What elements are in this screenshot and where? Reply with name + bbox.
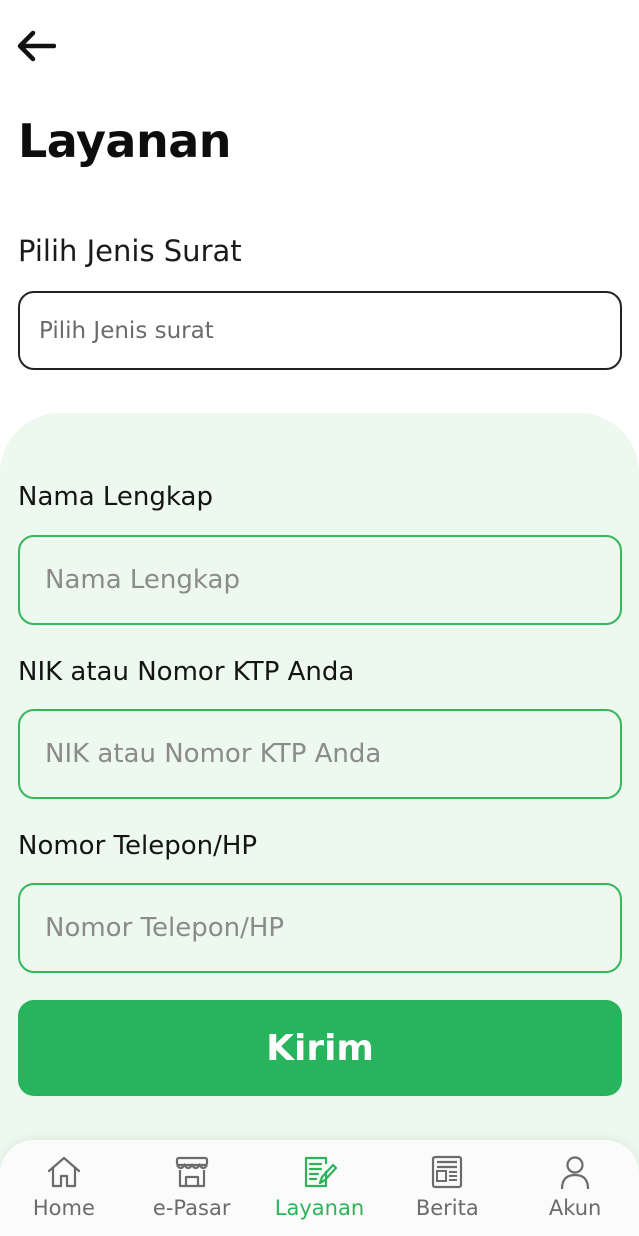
- home-icon: [44, 1152, 84, 1192]
- back-button[interactable]: [14, 26, 58, 66]
- store-icon: [172, 1152, 212, 1192]
- document-edit-icon: [299, 1152, 339, 1192]
- nav-item-berita[interactable]: Berita: [387, 1152, 507, 1220]
- submit-button[interactable]: Kirim: [18, 1000, 622, 1096]
- user-icon: [555, 1152, 595, 1192]
- surat-type-label: Pilih Jenis Surat: [18, 234, 242, 268]
- nav-label-akun: Akun: [548, 1196, 602, 1220]
- nav-item-akun[interactable]: Akun: [515, 1152, 635, 1220]
- nav-item-layanan[interactable]: Layanan: [259, 1152, 379, 1220]
- nav-item-home[interactable]: Home: [4, 1152, 124, 1220]
- nav-label-e-pasar: e-Pasar: [152, 1196, 231, 1220]
- bottom-nav: Home e-Pasar Layanan Berita Akun: [0, 1140, 639, 1236]
- nav-item-e-pasar[interactable]: e-Pasar: [132, 1152, 252, 1220]
- newspaper-icon: [427, 1152, 467, 1192]
- phone-input[interactable]: [18, 883, 622, 973]
- phone-label: Nomor Telepon/HP: [18, 831, 258, 861]
- nav-label-berita: Berita: [415, 1196, 479, 1220]
- nik-input[interactable]: [18, 709, 622, 799]
- nik-label: NIK atau Nomor KTP Anda: [18, 657, 355, 687]
- surat-type-select[interactable]: Pilih Jenis surat: [18, 291, 622, 370]
- nav-label-home: Home: [32, 1196, 95, 1220]
- page-title: Layanan: [18, 114, 232, 168]
- nav-label-layanan: Layanan: [274, 1196, 365, 1220]
- arrow-left-icon: [17, 30, 56, 62]
- full-name-input[interactable]: [18, 535, 622, 625]
- full-name-label: Nama Lengkap: [18, 482, 213, 512]
